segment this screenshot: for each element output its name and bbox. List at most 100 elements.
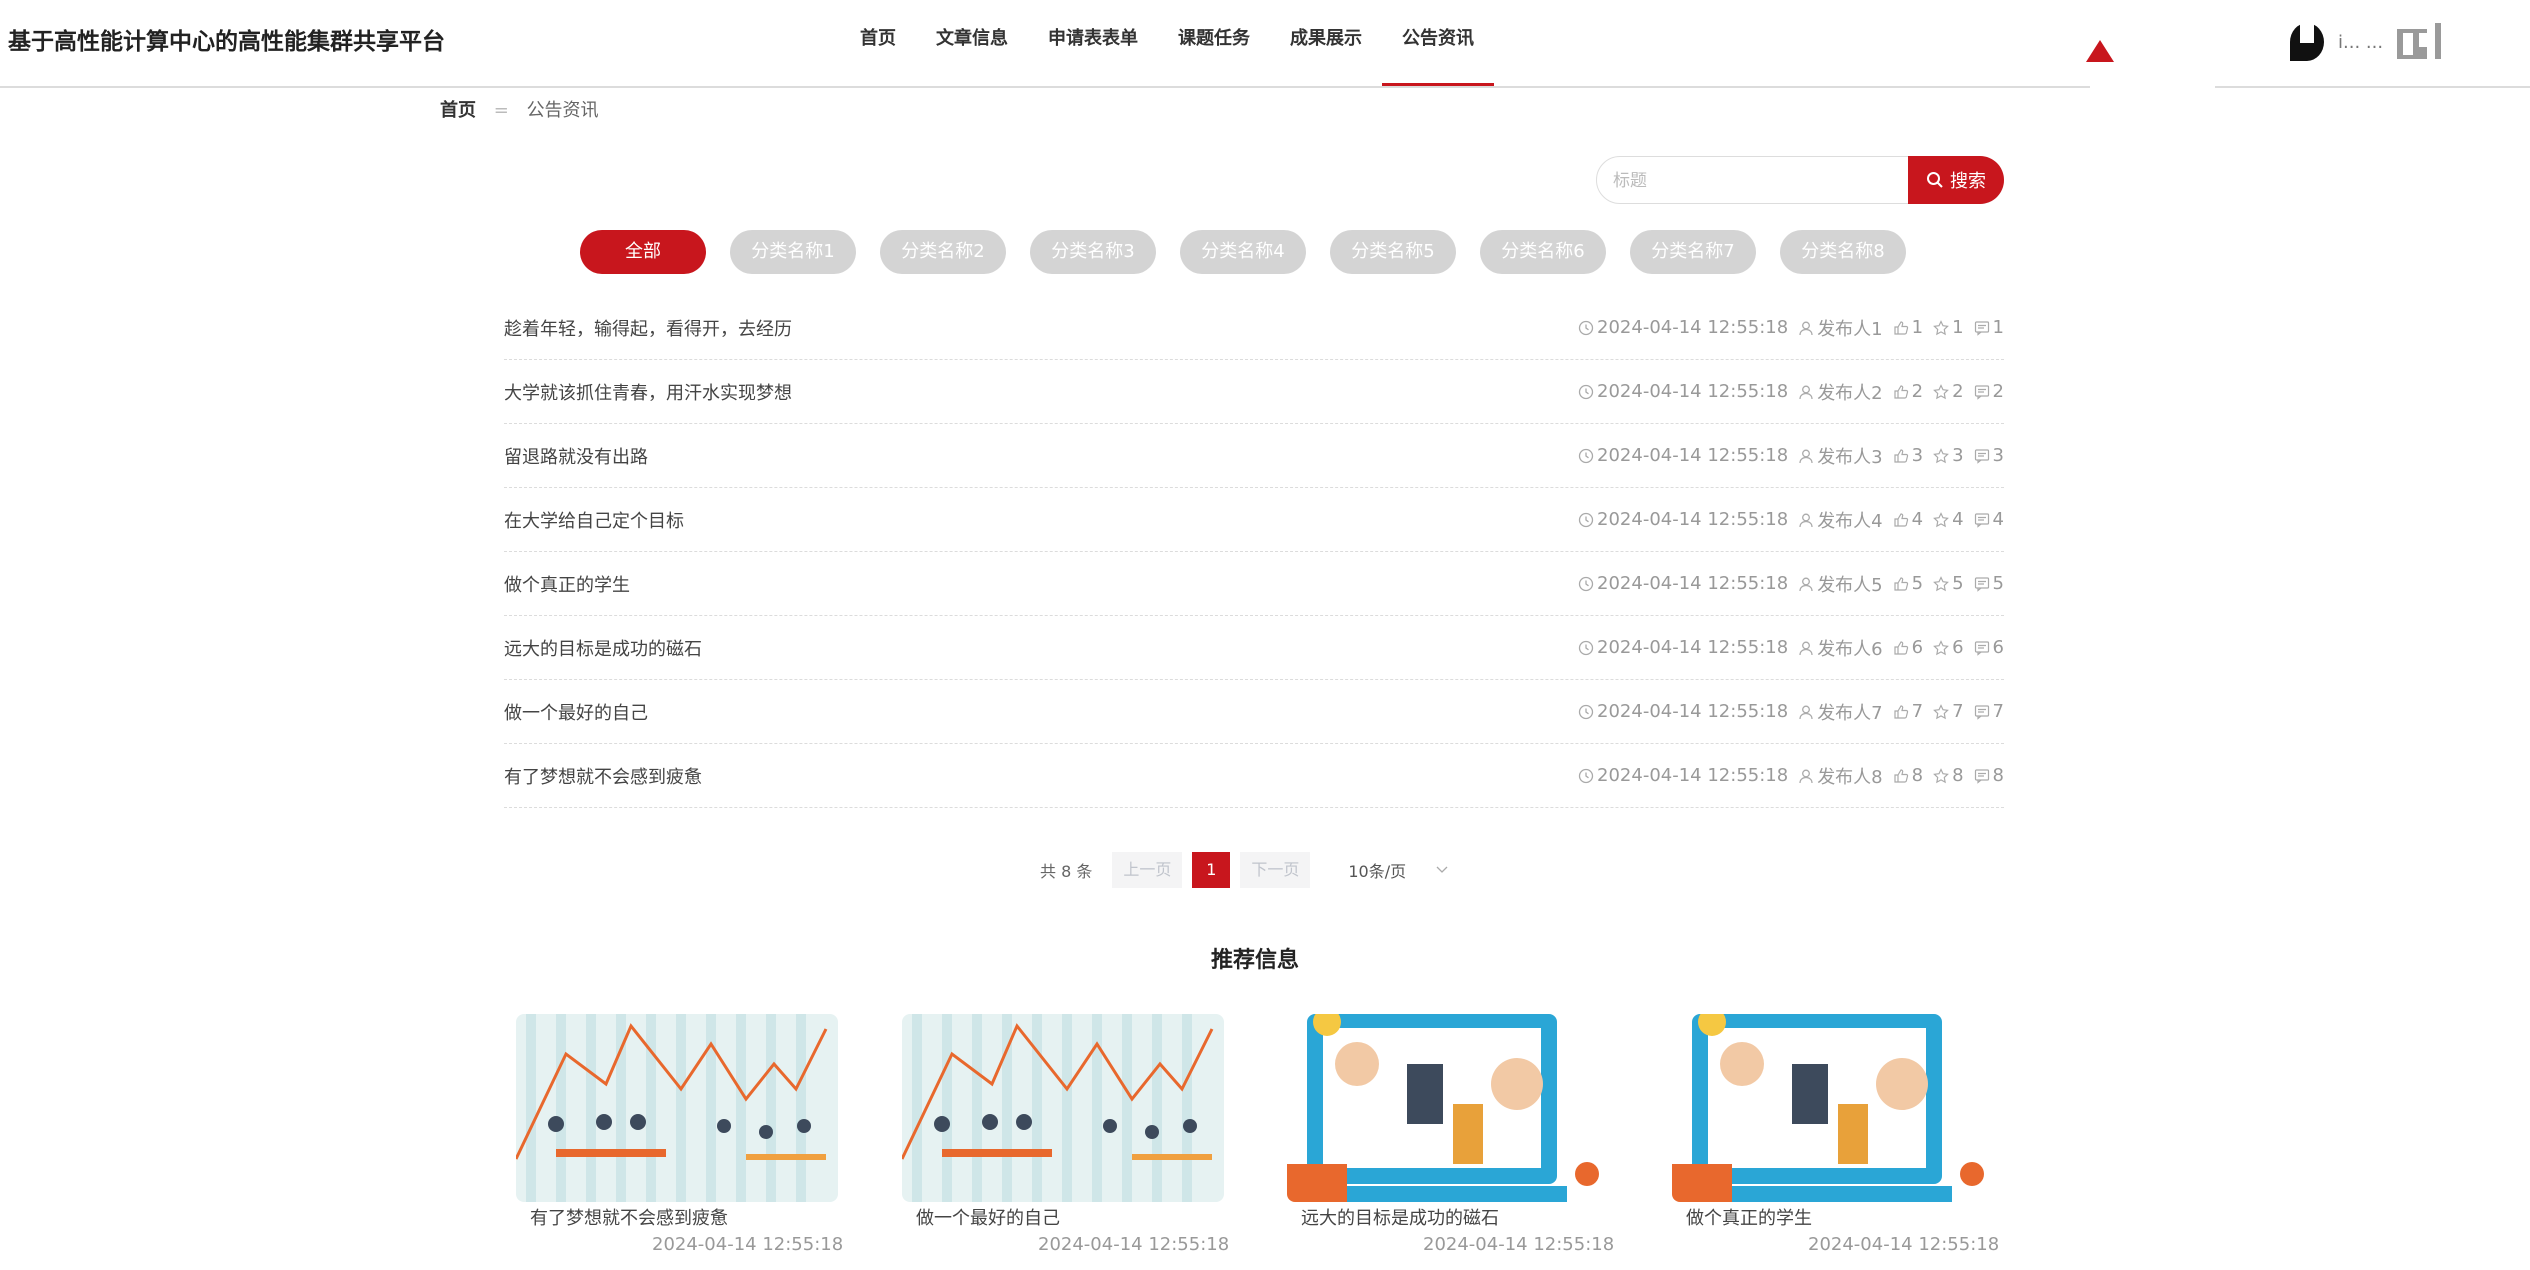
- favorites: 7: [1933, 701, 1964, 722]
- article-title[interactable]: 做个真正的学生: [504, 571, 630, 597]
- category-4[interactable]: 分类名称4: [1180, 230, 1306, 274]
- search-button[interactable]: 搜索: [1908, 156, 2004, 204]
- recommend-image-online-education[interactable]: [1672, 1014, 1994, 1202]
- thumbs-up-icon: [1894, 704, 1908, 719]
- comments: 7: [1974, 701, 2004, 722]
- publish-time-text: 2024-04-14 12:55:18: [1597, 701, 1789, 722]
- recommend-card[interactable]: 做一个最好的自己 2024-04-14 12:55:18: [902, 1014, 1232, 1255]
- publish-time: 2024-04-14 12:55:18: [1578, 573, 1788, 594]
- recommend-card-title[interactable]: 有了梦想就不会感到疲惫: [516, 1204, 846, 1230]
- nav-application-form[interactable]: 申请表表单: [1028, 0, 1158, 86]
- user-avatar-icon[interactable]: [2290, 21, 2324, 61]
- list-item[interactable]: 做一个最好的自己 2024-04-14 12:55:18 发布人7 7 7 7: [504, 680, 2004, 744]
- category-7[interactable]: 分类名称7: [1630, 230, 1756, 274]
- star-icon: [1933, 575, 1950, 591]
- recommend-section-title: 推荐信息: [1210, 948, 1299, 973]
- category-8[interactable]: 分类名称8: [1780, 230, 1906, 274]
- recommend-image-team-meeting[interactable]: [516, 1014, 838, 1202]
- category-all[interactable]: 全部: [580, 230, 706, 274]
- star-icon: [1933, 767, 1950, 783]
- star-icon: [1933, 447, 1950, 463]
- recommend-card[interactable]: 远大的目标是成功的磁石 2024-04-14 12:55:18: [1287, 1014, 1617, 1255]
- list-item[interactable]: 大学就该抓住青春，用汗水实现梦想 2024-04-14 12:55:18 发布人…: [504, 360, 2004, 424]
- article-meta: 2024-04-14 12:55:18 发布人8 8 8 8: [1568, 763, 2004, 789]
- user-icon: [1799, 577, 1813, 591]
- clock-icon: [1578, 384, 1594, 399]
- list-item[interactable]: 有了梦想就不会感到疲惫 2024-04-14 12:55:18 发布人8 8 8…: [504, 744, 2004, 808]
- article-meta: 2024-04-14 12:55:18 发布人2 2 2 2: [1568, 379, 2004, 405]
- star-icon: [1933, 511, 1950, 527]
- recommend-card-title[interactable]: 做一个最好的自己: [902, 1204, 1232, 1230]
- nav-articles[interactable]: 文章信息: [916, 0, 1028, 86]
- recommend-image-online-education[interactable]: [1287, 1014, 1609, 1202]
- comment-icon: [1974, 512, 1989, 528]
- breadcrumb-home[interactable]: 首页: [440, 100, 476, 121]
- user-icon: [1799, 449, 1813, 463]
- recommend-card-title[interactable]: 远大的目标是成功的磁石: [1287, 1204, 1617, 1230]
- nav-home[interactable]: 首页: [840, 0, 916, 86]
- recommend-card[interactable]: 有了梦想就不会感到疲惫 2024-04-14 12:55:18: [516, 1014, 846, 1255]
- recommend-card[interactable]: 做个真正的学生 2024-04-14 12:55:18: [1672, 1014, 2002, 1255]
- list-item[interactable]: 留退路就没有出路 2024-04-14 12:55:18 发布人3 3 3 3: [504, 424, 2004, 488]
- article-title[interactable]: 留退路就没有出路: [504, 443, 648, 469]
- nav-achievements[interactable]: 成果展示: [1270, 0, 1382, 86]
- likes-count: 3: [1911, 445, 1924, 466]
- publish-time: 2024-04-14 12:55:18: [1578, 445, 1788, 466]
- favorites-count: 3: [1952, 445, 1964, 466]
- list-item[interactable]: 远大的目标是成功的磁石 2024-04-14 12:55:18 发布人6 6 6…: [504, 616, 2004, 680]
- prev-page-button[interactable]: 上一页: [1112, 852, 1183, 888]
- category-filter: 全部 分类名称1 分类名称2 分类名称3 分类名称4 分类名称5 分类名称6 分…: [580, 230, 1930, 274]
- author: 发布人8: [1798, 763, 1883, 789]
- clock-icon: [1578, 768, 1594, 783]
- page-size-value: 10条/页: [1348, 862, 1407, 881]
- recommend-card-title[interactable]: 做个真正的学生: [1672, 1204, 2002, 1230]
- category-5[interactable]: 分类名称5: [1330, 230, 1456, 274]
- likes-count: 2: [1911, 381, 1924, 402]
- article-title[interactable]: 做一个最好的自己: [504, 699, 648, 725]
- category-2[interactable]: 分类名称2: [880, 230, 1006, 274]
- article-title[interactable]: 趁着年轻，输得起，看得开，去经历: [504, 315, 792, 341]
- user-name[interactable]: i... ...: [2338, 32, 2383, 53]
- logout-icon[interactable]: [2397, 23, 2442, 61]
- comments: 4: [1974, 509, 2004, 530]
- comments: 5: [1974, 573, 2004, 594]
- publish-time-text: 2024-04-14 12:55:18: [1597, 637, 1789, 658]
- list-item[interactable]: 做个真正的学生 2024-04-14 12:55:18 发布人5 5 5 5: [504, 552, 2004, 616]
- likes: 2: [1893, 381, 1923, 402]
- search-input[interactable]: [1611, 166, 1905, 196]
- comments-count: 2: [1992, 381, 2004, 402]
- triangle-up-icon[interactable]: [2086, 40, 2114, 62]
- likes-count: 7: [1911, 701, 1924, 722]
- recommend-image-team-meeting[interactable]: [902, 1014, 1224, 1202]
- star-icon: [1933, 319, 1950, 335]
- author-name: 发布人3: [1817, 446, 1883, 468]
- category-1[interactable]: 分类名称1: [730, 230, 856, 274]
- nav-project-tasks[interactable]: 课题任务: [1158, 0, 1270, 86]
- likes: 1: [1893, 317, 1923, 338]
- favorites: 3: [1933, 445, 1964, 466]
- category-3[interactable]: 分类名称3: [1030, 230, 1156, 274]
- article-title[interactable]: 大学就该抓住青春，用汗水实现梦想: [504, 379, 792, 405]
- likes: 5: [1893, 573, 1923, 594]
- article-title[interactable]: 远大的目标是成功的磁石: [504, 635, 702, 661]
- publish-time: 2024-04-14 12:55:18: [1578, 637, 1788, 658]
- comments-count: 7: [1992, 701, 2004, 722]
- thumbs-up-icon: [1894, 576, 1908, 591]
- favorites: 8: [1933, 765, 1964, 786]
- category-6[interactable]: 分类名称6: [1480, 230, 1606, 274]
- nav-announcements[interactable]: 公告资讯: [1382, 0, 1494, 86]
- publish-time-text: 2024-04-14 12:55:18: [1597, 509, 1789, 530]
- next-page-button[interactable]: 下一页: [1240, 852, 1311, 888]
- article-title[interactable]: 在大学给自己定个目标: [504, 507, 684, 533]
- list-item[interactable]: 在大学给自己定个目标 2024-04-14 12:55:18 发布人4 4 4 …: [504, 488, 2004, 552]
- recommend-card-time: 2024-04-14 12:55:18: [1808, 1234, 2000, 1255]
- page-size-select[interactable]: 10条/页: [1348, 858, 1448, 882]
- comments-count: 6: [1992, 637, 2004, 658]
- comment-icon: [1974, 576, 1989, 592]
- article-title[interactable]: 有了梦想就不会感到疲惫: [504, 763, 702, 789]
- list-item[interactable]: 趁着年轻，输得起，看得开，去经历 2024-04-14 12:55:18 发布人…: [504, 296, 2004, 360]
- likes: 8: [1893, 765, 1923, 786]
- author: 发布人1: [1798, 315, 1883, 341]
- clock-icon: [1578, 640, 1594, 655]
- page-number-current[interactable]: 1: [1192, 852, 1231, 888]
